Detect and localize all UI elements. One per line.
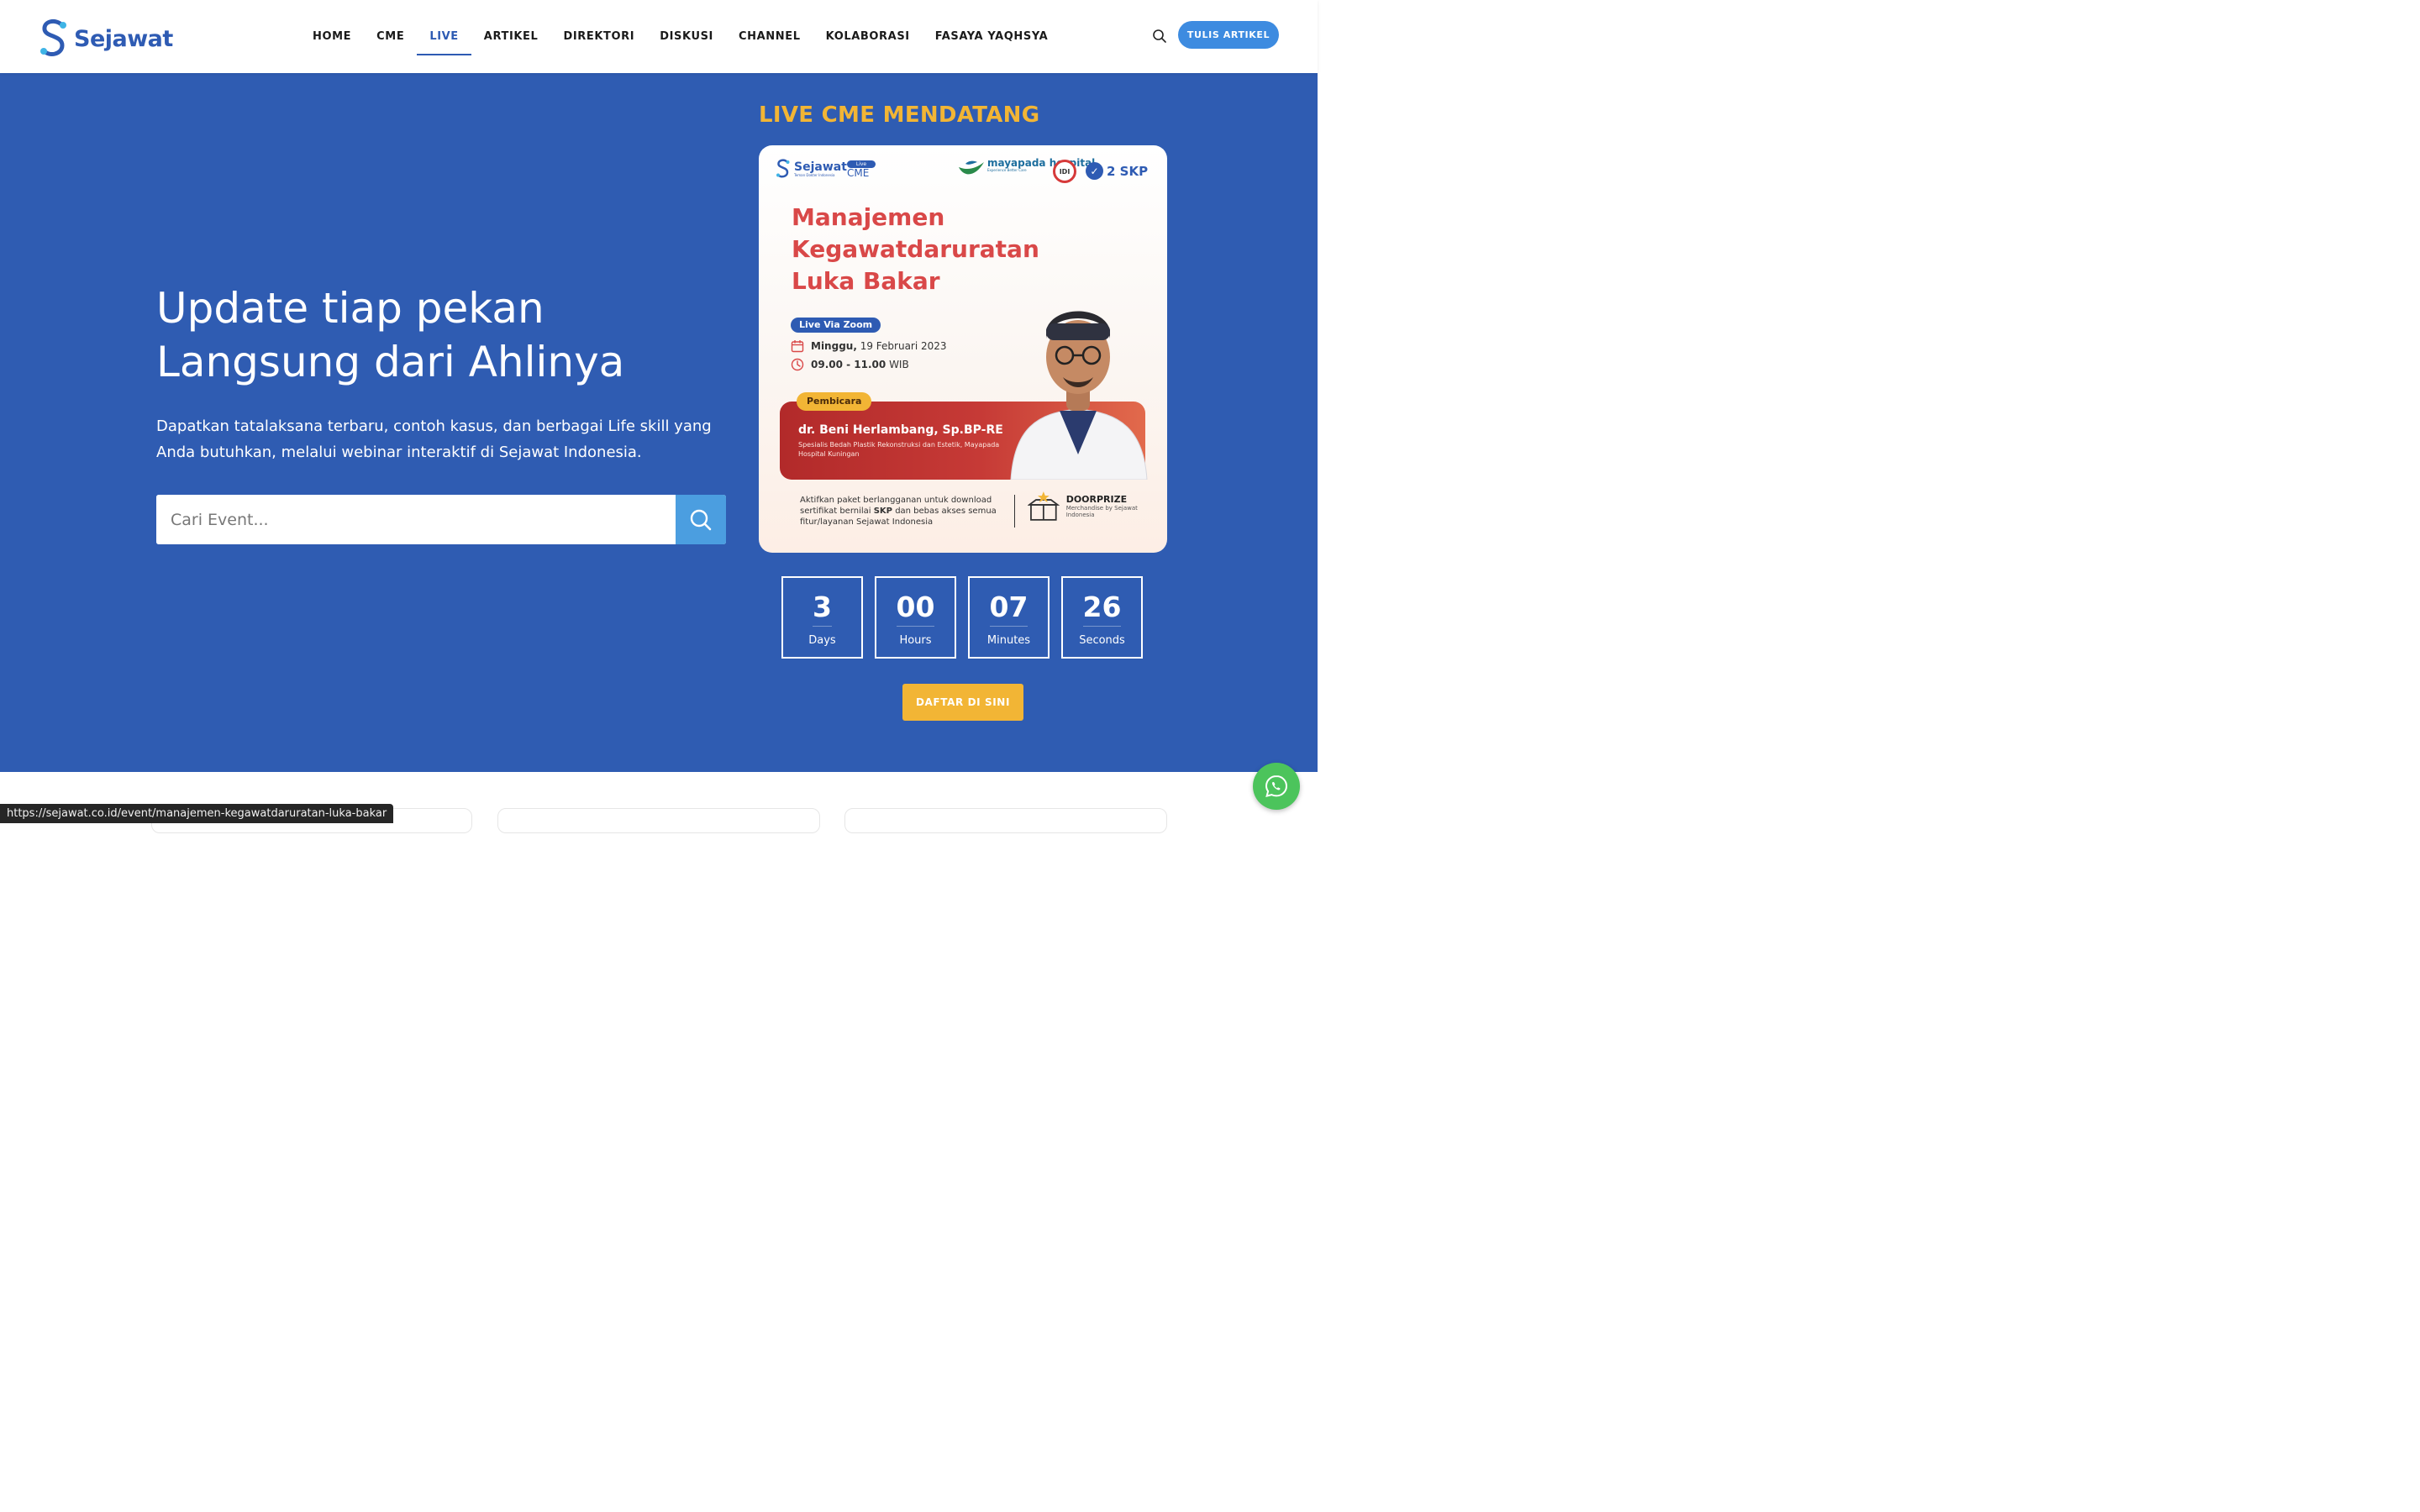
event-search-input[interactable] <box>156 495 676 544</box>
sejawat-logo[interactable]: Sejawat <box>39 17 173 60</box>
hero-section: Update tiap pekan Langsung dari Ahlinya … <box>0 73 1318 772</box>
site-header: Sejawat HOME CME LIVE ARTIKEL DIREKTORI … <box>0 0 1318 73</box>
countdown-seconds-value: 26 <box>1082 592 1122 627</box>
mayapada-leaf-icon <box>959 160 984 175</box>
hero-title-line-2: Langsung dari Ahlinya <box>156 338 625 386</box>
nav-artikel[interactable]: ARTIKEL <box>471 0 551 73</box>
event-search-box <box>156 495 726 544</box>
poster-partner-name: mayapada hospital <box>987 157 1096 169</box>
gift-box-icon <box>1028 491 1060 521</box>
countdown-minutes-value: 07 <box>989 592 1028 627</box>
poster-footer-bold: SKP <box>873 507 893 516</box>
countdown-hours-value: 00 <box>896 592 935 627</box>
hero-description: Dapatkan tatalaksana terbaru, contoh kas… <box>156 417 712 461</box>
event-countdown: 3 Days 00 Hours 07 Minutes 26 Seconds <box>781 576 1143 659</box>
poster-live-cme: Live CME <box>847 160 881 179</box>
whatsapp-chat-button[interactable] <box>1253 763 1300 810</box>
write-article-button[interactable]: TULIS ARTIKEL <box>1178 21 1279 49</box>
event-poster[interactable]: Sejawat Teman Dokter Indonesia Live CME … <box>759 145 1167 553</box>
nav-direktori[interactable]: DIREKTORI <box>550 0 647 73</box>
countdown-hours: 00 Hours <box>875 576 956 659</box>
poster-title: Manajemen Kegawatdaruratan Luka Bakar <box>792 202 1077 297</box>
link-status-bar: https://sejawat.co.id/event/manajemen-ke… <box>0 804 394 823</box>
poster-footer-text: Aktifkan paket berlangganan untuk downlo… <box>800 495 1018 528</box>
clock-icon <box>791 358 804 371</box>
poster-doorprize-title: DOORPRIZE <box>1065 493 1128 505</box>
nav-home[interactable]: HOME <box>300 0 364 73</box>
poster-zoom-badge: Live Via Zoom <box>791 318 881 333</box>
poster-cme-label: CME <box>847 167 870 179</box>
register-button[interactable]: DAFTAR DI SINI <box>902 684 1023 721</box>
poster-time-zone: WIB <box>886 359 909 370</box>
doctor-illustration <box>1010 311 1148 480</box>
search-icon <box>690 509 712 530</box>
idi-logo-icon: IDI <box>1053 160 1076 183</box>
upcoming-live-heading: LIVE CME MENDATANG <box>759 102 1040 128</box>
nav-kolaborasi[interactable]: KOLABORASI <box>813 0 923 73</box>
poster-date-day: Minggu, <box>811 340 857 352</box>
event-search-button[interactable] <box>676 495 726 544</box>
countdown-hours-label: Hours <box>899 634 932 647</box>
poster-title-line-2: Kegawatdaruratan <box>792 235 1039 263</box>
poster-time: 09.00 - 11.00 WIB <box>791 358 909 371</box>
poster-skp-text: 2 SKP <box>1107 163 1149 179</box>
poster-date: Minggu, 19 Februari 2023 <box>791 339 947 353</box>
countdown-seconds-label: Seconds <box>1079 634 1125 647</box>
countdown-days-label: Days <box>808 634 836 647</box>
whatsapp-icon <box>1265 774 1288 797</box>
logo-text: Sejawat <box>74 25 173 52</box>
hero-title: Update tiap pekan Langsung dari Ahlinya <box>156 281 711 389</box>
search-icon[interactable] <box>1151 28 1168 45</box>
poster-doorprize: DOORPRIZE Merchandise by Sejawat Indones… <box>1028 490 1167 522</box>
nav-live[interactable]: LIVE <box>417 0 472 73</box>
poster-date-rest: 19 Februari 2023 <box>856 340 947 352</box>
poster-speaker-name: dr. Beni Herlambang, Sp.BP-RE <box>798 423 1003 437</box>
poster-sejawat-logo: Sejawat Teman Dokter Indonesia <box>776 157 847 181</box>
hero-title-line-1: Update tiap pekan <box>156 284 544 333</box>
poster-time-range: 09.00 - 11.00 <box>811 359 886 370</box>
poster-speaker-badge: Pembicara <box>797 392 872 411</box>
main-nav: HOME CME LIVE ARTIKEL DIREKTORI DISKUSI … <box>300 0 1060 73</box>
poster-speaker-role: Spesialis Bedah Plastik Rekonstruksi dan… <box>798 441 1000 458</box>
calendar-icon <box>791 340 804 353</box>
poster-divider <box>1014 495 1015 528</box>
poster-brand: Sejawat <box>794 160 847 174</box>
countdown-days: 3 Days <box>781 576 863 659</box>
nav-channel[interactable]: CHANNEL <box>726 0 813 73</box>
sejawat-logo-icon <box>40 18 66 57</box>
nav-user-profile[interactable]: FASAYA YAQHSYA <box>923 0 1061 73</box>
event-card[interactable] <box>497 808 820 833</box>
nav-cme[interactable]: CME <box>364 0 417 73</box>
poster-skp-badge: ✓ 2 SKP <box>1086 162 1148 180</box>
event-card[interactable] <box>844 808 1167 833</box>
countdown-seconds: 26 Seconds <box>1061 576 1143 659</box>
poster-title-line-1: Manajemen <box>792 203 945 231</box>
nav-diskusi[interactable]: DISKUSI <box>647 0 726 73</box>
countdown-minutes: 07 Minutes <box>968 576 1050 659</box>
check-icon: ✓ <box>1086 162 1103 180</box>
countdown-days-value: 3 <box>813 592 832 627</box>
poster-doorprize-sub: Merchandise by Sejawat Indonesia <box>1065 504 1138 518</box>
sejawat-logo-icon <box>776 159 790 178</box>
countdown-minutes-label: Minutes <box>986 634 1031 647</box>
